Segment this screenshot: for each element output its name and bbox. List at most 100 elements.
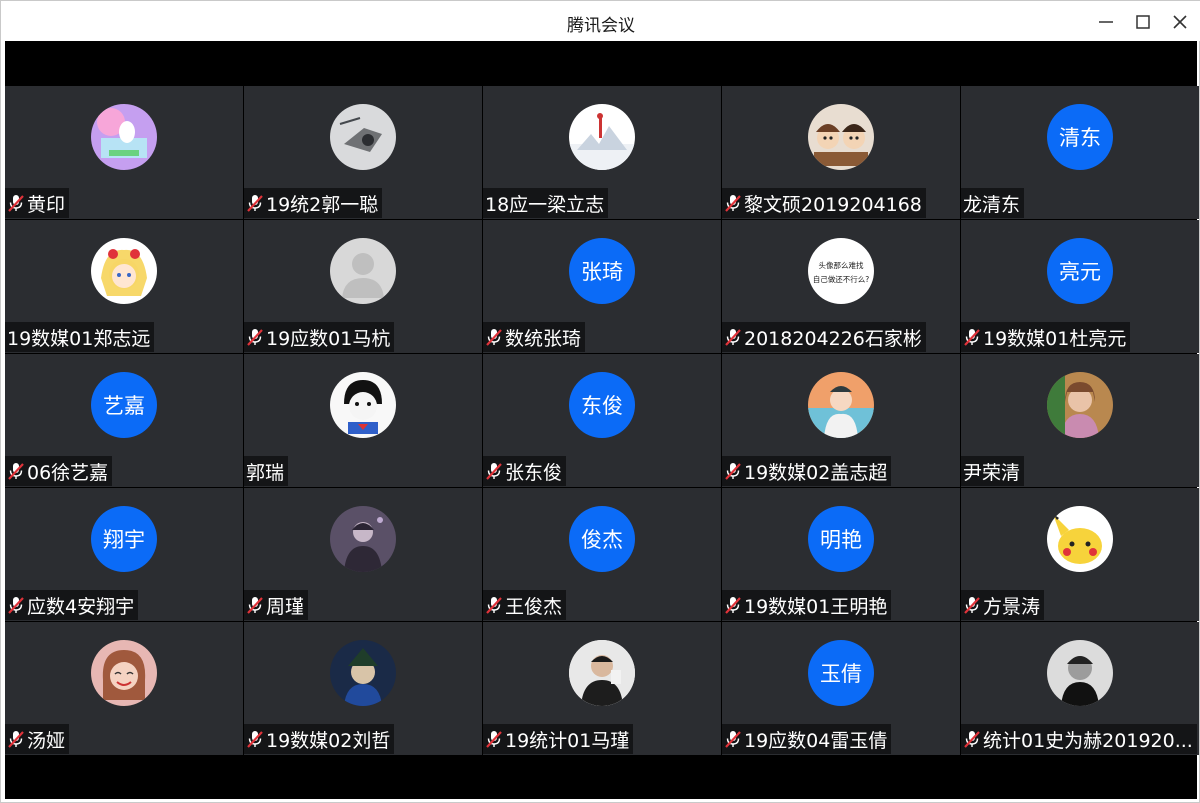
mic-muted-icon [485, 327, 503, 347]
mic-muted-icon [7, 595, 25, 615]
participant-tile[interactable]: 统计01史为赫201920... [961, 622, 1199, 755]
participant-tile[interactable]: 19数媒02盖志超 [722, 354, 960, 487]
mic-muted-icon [246, 595, 264, 615]
participant-name-tag: 汤娅 [5, 724, 70, 754]
pikachu-avatar [1047, 506, 1113, 572]
participant-name-tag: 19数媒01王明艳 [722, 590, 892, 620]
maximize-button[interactable] [1125, 7, 1161, 37]
close-button[interactable] [1162, 7, 1198, 37]
avatar-initials: 玉倩 [808, 640, 874, 706]
participant-tile[interactable]: 黄印 [5, 86, 243, 219]
participant-name-tag: 19统计01马瑾 [483, 724, 634, 754]
dark-portrait-avatar [330, 506, 396, 572]
participant-tile[interactable]: 周瑾 [244, 488, 482, 621]
text-meme-avatar: 头像那么难找 自己做还不行么? [808, 238, 874, 304]
participant-name-tag: 应数4安翔宇 [5, 590, 139, 620]
photo-person-avatar [569, 640, 635, 706]
participant-name-tag: 郭瑞 [244, 456, 289, 486]
title-bar[interactable]: 腾讯会议 [1, 1, 1200, 41]
participant-tile[interactable]: 18应一梁立志 [483, 86, 721, 219]
mic-muted-icon [7, 461, 25, 481]
participant-name: 19数媒01王明艳 [744, 595, 888, 618]
mic-muted-icon [724, 193, 742, 213]
maximize-icon [1136, 15, 1150, 29]
participant-name-tag: 数统张琦 [483, 322, 586, 352]
avatar-text-line: 头像那么难找 [819, 260, 864, 270]
participant-tile[interactable]: 19统计01马瑾 [483, 622, 721, 755]
mic-muted-icon [724, 595, 742, 615]
participant-name-tag: 2018204226石家彬 [722, 322, 926, 352]
avatar-initials: 翔宇 [91, 506, 157, 572]
participant-name-tag: 19数媒01郑志远 [5, 322, 155, 352]
avatar-initials: 俊杰 [569, 506, 635, 572]
participant-tile[interactable]: 亮元 19数媒01杜亮元 [961, 220, 1199, 353]
video-stage: 黄印 19统2郭一聪 18应一梁立志 黎文硕2019204168 清东 龙清东 19数媒01… [5, 41, 1199, 799]
participant-tile[interactable]: 19数媒02刘哲 [244, 622, 482, 755]
participant-tile[interactable]: 头像那么难找 自己做还不行么? 2018204226石家彬 [722, 220, 960, 353]
participant-name-tag: 黎文硕2019204168 [722, 188, 926, 218]
participant-tile[interactable]: 清东 龙清东 [961, 86, 1199, 219]
avatar-initials: 东俊 [569, 372, 635, 438]
participant-name-tag: 方景涛 [961, 590, 1045, 620]
mic-muted-icon [963, 729, 981, 749]
participant-tile[interactable]: 郭瑞 [244, 354, 482, 487]
participant-name-tag: 尹荣清 [961, 456, 1025, 486]
participant-name: 方景涛 [983, 595, 1041, 618]
participant-name: 王俊杰 [505, 595, 563, 618]
participant-name: 数统张琦 [505, 327, 582, 350]
anime-character-avatar [330, 640, 396, 706]
participant-tile[interactable]: 艺嘉 06徐艺嘉 [5, 354, 243, 487]
participant-tile[interactable]: 汤娅 [5, 622, 243, 755]
snow-scene-avatar [569, 104, 635, 170]
participant-name: 19应数01马杭 [266, 327, 391, 350]
participant-tile[interactable]: 明艳 19数媒01王明艳 [722, 488, 960, 621]
minimize-icon [1099, 21, 1113, 23]
participant-tile[interactable]: 黎文硕2019204168 [722, 86, 960, 219]
participant-name: 19数媒01杜亮元 [983, 327, 1127, 350]
participant-tile[interactable]: 方景涛 [961, 488, 1199, 621]
participant-name-tag: 龙清东 [961, 188, 1025, 218]
default-person-avatar [330, 238, 396, 304]
cartoon-group-avatar [808, 104, 874, 170]
participant-tile[interactable]: 东俊 张东俊 [483, 354, 721, 487]
bw-portrait-avatar [1047, 640, 1113, 706]
participant-name: 19数媒02盖志超 [744, 461, 888, 484]
participant-name: 统计01史为赫201920... [983, 729, 1193, 752]
meme-face-avatar [330, 372, 396, 438]
participant-name-tag: 19应数01马杭 [244, 322, 395, 352]
participant-name-tag: 统计01史为赫201920... [961, 724, 1197, 754]
participant-tile[interactable]: 19数媒01郑志远 [5, 220, 243, 353]
participant-tile[interactable]: 尹荣清 [961, 354, 1199, 487]
participant-tile[interactable]: 俊杰 王俊杰 [483, 488, 721, 621]
participant-name-tag: 黄印 [5, 188, 70, 218]
mic-muted-icon [963, 595, 981, 615]
participant-name: 黎文硕2019204168 [744, 193, 922, 216]
participant-tile[interactable]: 张琦数统张琦 [483, 220, 721, 353]
avatar-initials: 张琦 [569, 238, 635, 304]
participant-name-tag: 19统2郭一聪 [244, 188, 383, 218]
participant-name-tag: 19数媒01杜亮元 [961, 322, 1131, 352]
participant-name: 19数媒02刘哲 [266, 729, 391, 752]
participant-name-tag: 19数媒02刘哲 [244, 724, 395, 754]
avatar-initials: 艺嘉 [91, 372, 157, 438]
participant-tile[interactable]: 翔宇应数4安翔宇 [5, 488, 243, 621]
close-icon [1173, 15, 1187, 29]
participant-name-tag: 19数媒02盖志超 [722, 456, 892, 486]
participant-name: 张东俊 [505, 461, 563, 484]
participant-name: 周瑾 [266, 595, 305, 618]
participant-grid: 黄印 19统2郭一聪 18应一梁立志 黎文硕2019204168 清东 龙清东 19数媒01… [5, 86, 1199, 755]
smiling-girl-avatar [91, 640, 157, 706]
girl-illustration-avatar [1047, 372, 1113, 438]
illustrated-boy-avatar [808, 372, 874, 438]
participant-tile[interactable]: 玉倩 19应数04雷玉倩 [722, 622, 960, 755]
participant-name-tag: 张东俊 [483, 456, 567, 486]
minimize-button[interactable] [1088, 7, 1124, 37]
participant-name: 19统计01马瑾 [505, 729, 630, 752]
avatar-initials: 清东 [1047, 104, 1113, 170]
window-title: 腾讯会议 [567, 16, 635, 36]
participant-tile[interactable]: 19应数01马杭 [244, 220, 482, 353]
participant-tile[interactable]: 19统2郭一聪 [244, 86, 482, 219]
avatar-initials: 明艳 [808, 506, 874, 572]
sketch-avatar [330, 104, 396, 170]
mic-muted-icon [7, 193, 25, 213]
